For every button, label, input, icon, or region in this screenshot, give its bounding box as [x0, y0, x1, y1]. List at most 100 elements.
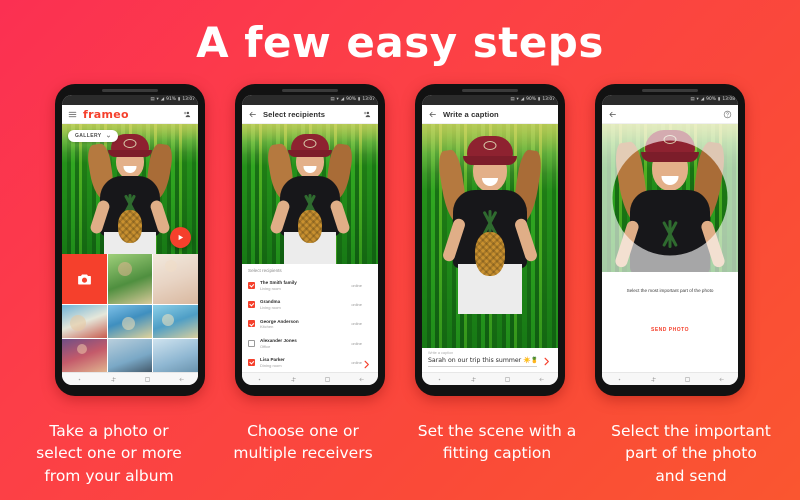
- phone-3-write-caption: ▤ ▾ ◢ 90% ▮ 13:07 Write a caption Write …: [415, 84, 565, 396]
- recipient-name: Alexander Jones: [260, 337, 297, 343]
- recents-icon[interactable]: [470, 370, 477, 385]
- crop-overlay[interactable]: [602, 124, 738, 272]
- frameo-logo: frameo: [83, 107, 129, 121]
- phone-4-screen: ▤ ▾ ◢ 90% ▮ 13:08 Select the most import…: [602, 95, 738, 385]
- next-arrow-icon[interactable]: [361, 359, 372, 370]
- send-play-icon: [176, 233, 185, 242]
- recipient-room: Office: [260, 343, 271, 349]
- recipient-row[interactable]: Lisa Parker Dining room online: [248, 356, 372, 369]
- hamburger-icon[interactable]: [68, 110, 77, 119]
- phone-3-app-bar: Write a caption: [422, 105, 558, 124]
- home-icon[interactable]: [324, 370, 331, 385]
- battery-percent: 90%: [706, 96, 716, 102]
- signal-icon: ◢: [160, 96, 165, 102]
- recipient-room: Living room: [260, 305, 281, 311]
- back-icon[interactable]: [718, 370, 725, 385]
- recipient-row[interactable]: Grandma Living room online: [248, 298, 372, 311]
- recipient-status: online: [351, 283, 362, 289]
- recipient-row[interactable]: Alexander Jones Office online: [248, 337, 372, 350]
- battery-icon: ▮: [357, 96, 361, 102]
- recipient-checkbox[interactable]: [248, 282, 255, 290]
- phone-4-nav-bar: [602, 372, 738, 385]
- recipient-checkbox[interactable]: [248, 301, 255, 309]
- phone-2-select-recipients: ▤ ▾ ◢ 90% ▮ 13:07 Select recipients Sele…: [235, 84, 385, 396]
- recipient-room: Living room: [260, 285, 281, 291]
- grid-photo[interactable]: [107, 305, 153, 338]
- signal-icon: ◢: [340, 96, 345, 102]
- add-person-icon[interactable]: [183, 110, 192, 119]
- back-arrow-icon[interactable]: [608, 110, 617, 119]
- grid-photo[interactable]: [107, 254, 153, 304]
- grid-photo[interactable]: [153, 254, 198, 304]
- wifi-icon: ▾: [336, 96, 339, 102]
- caption-input[interactable]: Sarah on our trip this summer ☀️🍍: [428, 356, 537, 367]
- recipient-checkbox[interactable]: [248, 320, 255, 328]
- home-icon[interactable]: [504, 370, 511, 385]
- phone-1-screen: ▤ ▾ ◢ 91% ▮ 13:07 frameo GALLERY: [62, 95, 198, 385]
- help-circle-icon[interactable]: [723, 110, 732, 119]
- wifi-icon: ▾: [516, 96, 519, 102]
- phone-row: ▤ ▾ ◢ 91% ▮ 13:07 frameo GALLERY ▤ ▾ ◢ 9…: [0, 84, 800, 396]
- page-header-title: Select recipients: [263, 109, 326, 119]
- recipient-name: Lisa Parker: [260, 356, 285, 362]
- grid-photo[interactable]: [62, 339, 107, 372]
- sim-icon: ▤: [690, 96, 695, 102]
- recipients-panel: Select recipients The Smith family Livin…: [242, 264, 378, 372]
- dot-icon[interactable]: [616, 370, 623, 385]
- dot-icon[interactable]: [256, 370, 263, 385]
- send-fab-button[interactable]: [170, 227, 191, 248]
- dot-icon[interactable]: [436, 370, 443, 385]
- step-caption-1: Take a photo or select one or more from …: [36, 422, 182, 485]
- home-icon[interactable]: [684, 370, 691, 385]
- grid-photo[interactable]: [153, 305, 198, 338]
- gallery-dropdown-button[interactable]: GALLERY: [68, 130, 118, 142]
- sim-icon: ▤: [150, 96, 155, 102]
- recipient-checkbox[interactable]: [248, 358, 255, 366]
- recipient-row[interactable]: The Smith family Living room online: [248, 279, 372, 292]
- recipient-checkbox[interactable]: [248, 339, 255, 347]
- back-icon[interactable]: [358, 370, 365, 385]
- back-icon[interactable]: [178, 370, 185, 385]
- phone-4-photo-crop-area[interactable]: [602, 124, 738, 272]
- dot-icon[interactable]: [76, 370, 83, 385]
- recipient-row[interactable]: George Anderson Kitchen online: [248, 318, 372, 331]
- back-arrow-icon[interactable]: [428, 110, 437, 119]
- phone-2-nav-bar: [242, 372, 378, 385]
- signal-icon: ◢: [700, 96, 705, 102]
- gallery-dropdown-label: GALLERY: [75, 133, 102, 139]
- phone-4-crop-and-send: ▤ ▾ ◢ 90% ▮ 13:08 Select the most import…: [595, 84, 745, 396]
- photo-grid: [62, 254, 198, 372]
- recipient-status: online: [351, 302, 362, 308]
- page-header-title: Write a caption: [443, 109, 499, 119]
- phone-3-photo-preview: [422, 124, 558, 348]
- next-arrow-icon[interactable]: [541, 356, 552, 367]
- wifi-icon: ▾: [696, 96, 699, 102]
- send-photo-button[interactable]: SEND PHOTO: [602, 327, 738, 333]
- back-arrow-icon[interactable]: [248, 110, 257, 119]
- add-person-icon[interactable]: [363, 110, 372, 119]
- clock: 13:07: [542, 96, 555, 102]
- phone-1-nav-bar: [62, 372, 198, 385]
- phone-2-screen: ▤ ▾ ◢ 90% ▮ 13:07 Select recipients Sele…: [242, 95, 378, 385]
- phone-1-hero-photo[interactable]: GALLERY: [62, 124, 198, 254]
- grid-photo[interactable]: [153, 339, 198, 372]
- back-icon[interactable]: [538, 370, 545, 385]
- grid-photo[interactable]: [107, 339, 153, 372]
- grid-photo[interactable]: [62, 305, 107, 338]
- camera-tile[interactable]: [62, 254, 107, 304]
- battery-percent: 91%: [166, 96, 176, 102]
- battery-icon: ▮: [537, 96, 541, 102]
- home-icon[interactable]: [144, 370, 151, 385]
- recipient-status: online: [351, 321, 362, 327]
- recipient-room: Kitchen: [260, 324, 274, 330]
- phone-1-status-bar: ▤ ▾ ◢ 91% ▮ 13:07: [62, 95, 198, 105]
- phone-2-status-bar: ▤ ▾ ◢ 90% ▮ 13:07: [242, 95, 378, 105]
- phone-3-nav-bar: [422, 372, 558, 385]
- crop-circle-handle[interactable]: [613, 141, 728, 256]
- battery-icon: ▮: [177, 96, 181, 102]
- recents-icon[interactable]: [290, 370, 297, 385]
- caption-input-row: Sarah on our trip this summer ☀️🍍: [428, 356, 552, 367]
- recents-icon[interactable]: [110, 370, 117, 385]
- recents-icon[interactable]: [650, 370, 657, 385]
- page-title: A few easy steps: [196, 18, 604, 67]
